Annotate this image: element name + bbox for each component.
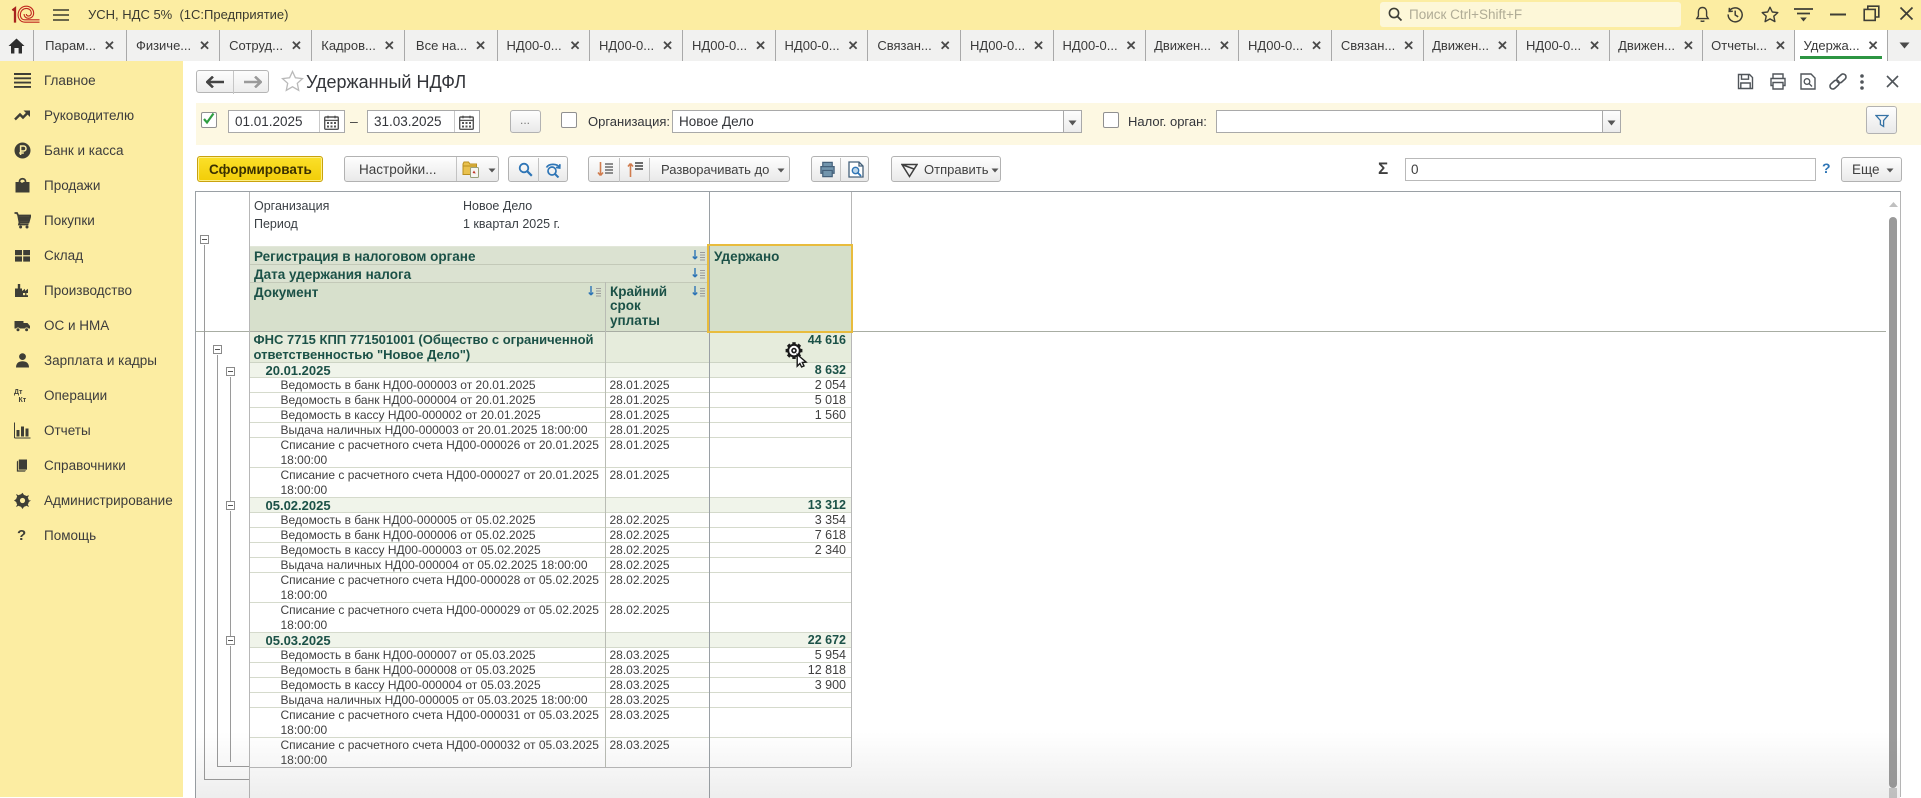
svg-text:Дт: Дт [14,389,23,396]
svg-text:Кт: Кт [19,397,27,404]
